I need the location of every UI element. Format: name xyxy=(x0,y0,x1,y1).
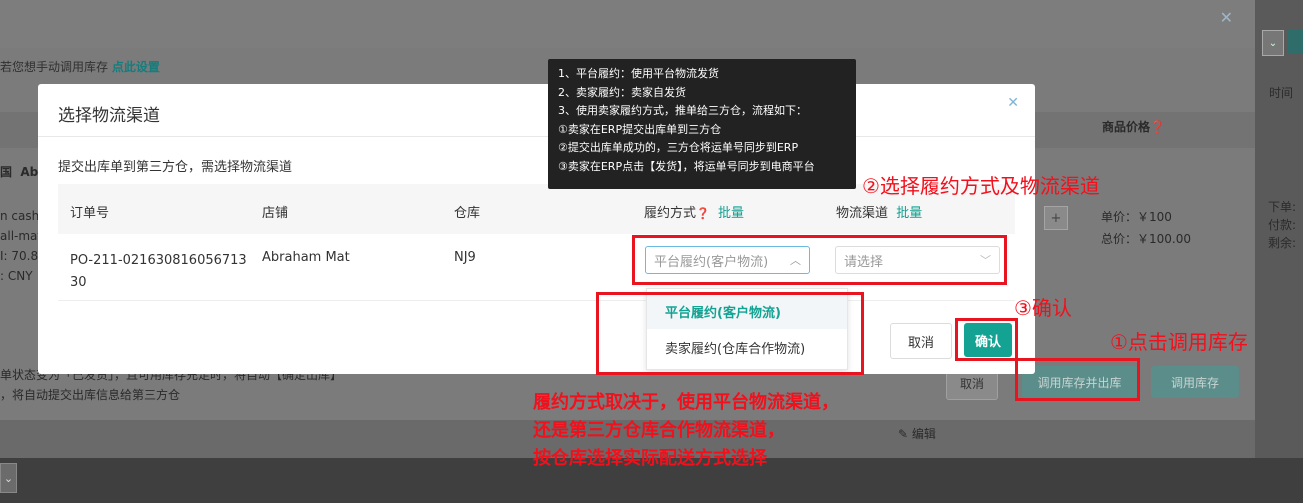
background-country: 国 Ab xyxy=(0,165,39,179)
channel-batch-link[interactable]: 批量 xyxy=(896,206,922,221)
background-prices: 单价：￥100 总价：￥100.00 xyxy=(1101,210,1191,246)
annotation-box-call-out xyxy=(1015,358,1140,401)
background-panel-header xyxy=(0,0,1255,48)
modal-divider xyxy=(38,136,1035,137)
row-warehouse: NJ9 xyxy=(454,250,476,265)
annotation-box-selects xyxy=(632,235,1007,285)
row-shop: Abraham Mat xyxy=(262,250,350,265)
header-shop: 店铺 xyxy=(262,206,289,221)
header-channel: 物流渠道 批量 xyxy=(836,206,923,221)
annotation-step1: ①点击调用库存 xyxy=(1110,330,1248,354)
annotation-box-dropdown xyxy=(596,292,864,375)
help-icon[interactable]: ❓ xyxy=(696,207,710,220)
header-warehouse: 仓库 xyxy=(454,206,481,221)
background-col-time: 时间 xyxy=(1269,86,1294,100)
header-order-no: 订单号 xyxy=(70,206,110,221)
annotation-step3: ③确认 xyxy=(1014,296,1072,320)
annotation-step2: ②选择履约方式及物流渠道 xyxy=(862,174,1100,198)
modal-description: 提交出库单到第三方仓，需选择物流渠道 xyxy=(58,160,293,175)
help-icon: ❓ xyxy=(1150,120,1165,134)
modal-title: 选择物流渠道 xyxy=(58,106,160,126)
fulfillment-batch-link[interactable]: 批量 xyxy=(718,206,744,221)
background-edit[interactable]: ✎ 编辑 xyxy=(898,425,936,442)
background-accent-button[interactable] xyxy=(1288,30,1303,54)
row-order-no: PO-211-021630816056713 30 xyxy=(70,253,247,290)
background-col-price: 商品价格❓ xyxy=(1102,120,1165,134)
background-right-lines: 下单: 付款: 剩余: xyxy=(1268,200,1297,250)
background-tip: 若您想手动调用库存 点此设置 xyxy=(0,58,160,75)
background-tip-link[interactable]: 点此设置 xyxy=(112,60,160,74)
call-inventory-button[interactable]: 调用库存 xyxy=(1151,366,1239,398)
background-dropdown-icon[interactable]: ⌄ xyxy=(1262,30,1284,56)
background-close-icon[interactable]: ✕ xyxy=(1220,8,1233,27)
annotation-note: 履约方式取决于，使用平台物流渠道， 还是第三方仓库合作物流渠道， 按仓库选择实际… xyxy=(533,392,839,469)
fulfillment-help-tooltip: 1、平台履约：使用平台物流发货 2、卖家履约：卖家自发货 3、使用卖家履约方式，… xyxy=(548,59,856,189)
background-left-lines: n cash all-mat I: 70.8 : CNY xyxy=(0,209,43,283)
modal-close-icon[interactable]: ✕ xyxy=(1007,95,1019,111)
edit-icon: ✎ xyxy=(898,427,909,441)
annotation-box-confirm xyxy=(955,318,1018,361)
background-bottom-select-icon[interactable]: ⌄ xyxy=(0,463,17,493)
modal-cancel-button[interactable]: 取消 xyxy=(890,323,952,359)
background-tip-text: 若您想手动调用库存 xyxy=(0,60,109,74)
background-plus-button[interactable]: + xyxy=(1044,206,1068,230)
header-fulfillment: 履约方式❓ 批量 xyxy=(644,206,744,221)
